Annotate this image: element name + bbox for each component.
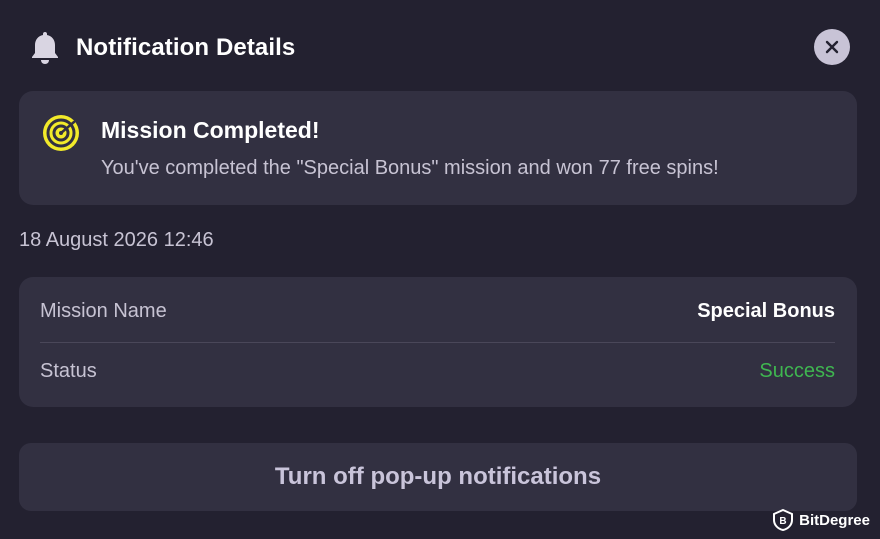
- mission-notification-card: Mission Completed! You've completed the …: [19, 91, 857, 205]
- close-button[interactable]: [814, 29, 850, 65]
- notification-details-panel: Notification Details Mission Completed! …: [0, 0, 880, 539]
- watermark-text: BitDegree: [799, 511, 870, 529]
- detail-label: Status: [40, 360, 97, 382]
- bitdegree-logo-icon: B: [773, 509, 794, 531]
- detail-label: Mission Name: [40, 300, 167, 322]
- turn-off-notifications-label: Turn off pop-up notifications: [274, 463, 602, 490]
- page-title: Notification Details: [76, 34, 296, 61]
- status-value: Success: [759, 360, 835, 382]
- header: Notification Details: [28, 28, 850, 68]
- notification-title: Mission Completed!: [101, 117, 320, 143]
- close-icon: [825, 40, 839, 54]
- details-card: Mission Name Special Bonus Status Succes…: [19, 277, 857, 407]
- bell-icon: [32, 32, 58, 64]
- target-icon: [43, 115, 79, 151]
- turn-off-notifications-button[interactable]: Turn off pop-up notifications: [19, 443, 857, 511]
- watermark: B BitDegree: [773, 508, 870, 532]
- detail-row-mission-name: Mission Name Special Bonus: [40, 283, 835, 343]
- notification-message: You've completed the "Special Bonus" mis…: [101, 157, 719, 179]
- timestamp: 18 August 2026 12:46: [19, 229, 214, 251]
- detail-row-status: Status Success: [40, 343, 835, 403]
- svg-text:B: B: [780, 516, 787, 527]
- detail-value: Special Bonus: [697, 300, 835, 322]
